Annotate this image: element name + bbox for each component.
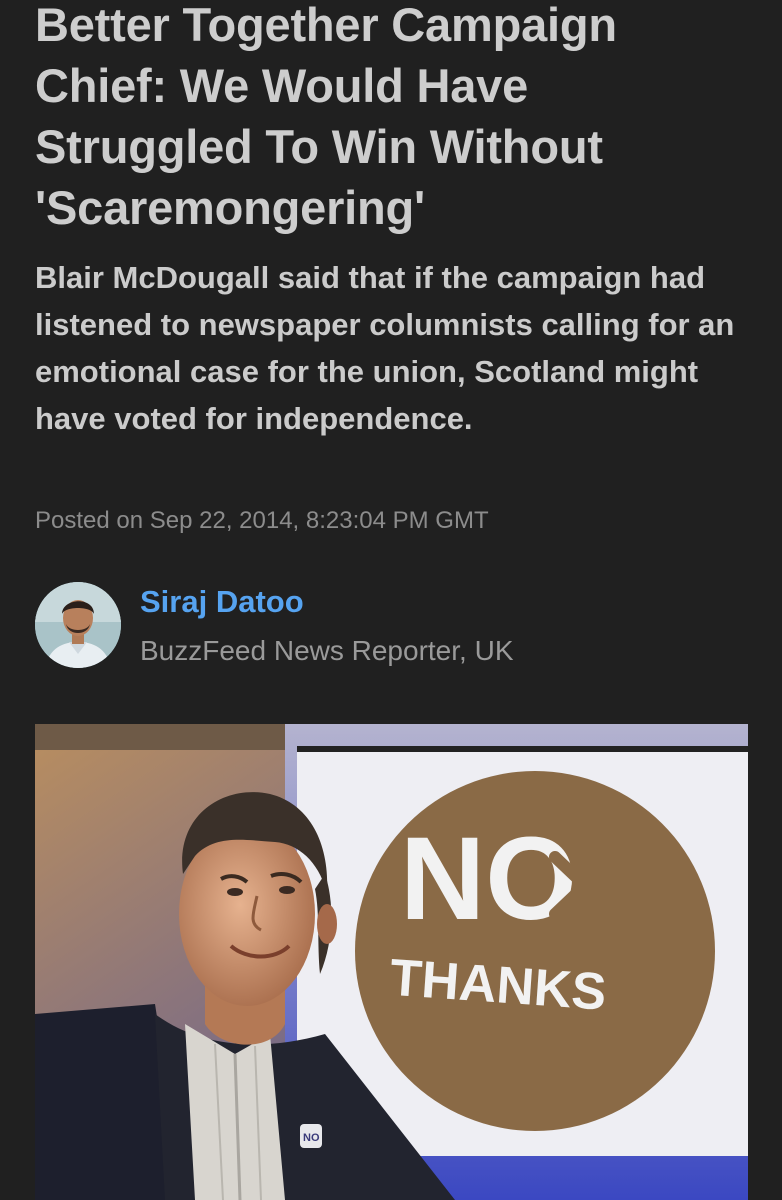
sign-word: NO [400,813,577,945]
published-timestamp: Posted on Sep 22, 2014, 8:23:04 PM GMT [35,507,489,534]
article: Better Together Campaign Chief: We Would… [0,0,782,1200]
lapel-badge-text: NO [303,1132,320,1144]
author-role: BuzzFeed News Reporter, UK [140,635,514,666]
hero-image[interactable]: NO THANKS NO [35,724,748,1200]
headline: Better Together Campaign Chief: We Would… [35,0,617,234]
author-avatar[interactable] [35,582,121,668]
hero-photo: NO THANKS NO [35,724,748,1200]
article-dek: Blair McDougall said that if the campaig… [35,260,735,436]
author-name-link[interactable]: Siraj Datoo [140,584,304,620]
byline: Siraj Datoo BuzzFeed News Reporter, UK [35,580,735,670]
author-portrait [35,582,121,668]
